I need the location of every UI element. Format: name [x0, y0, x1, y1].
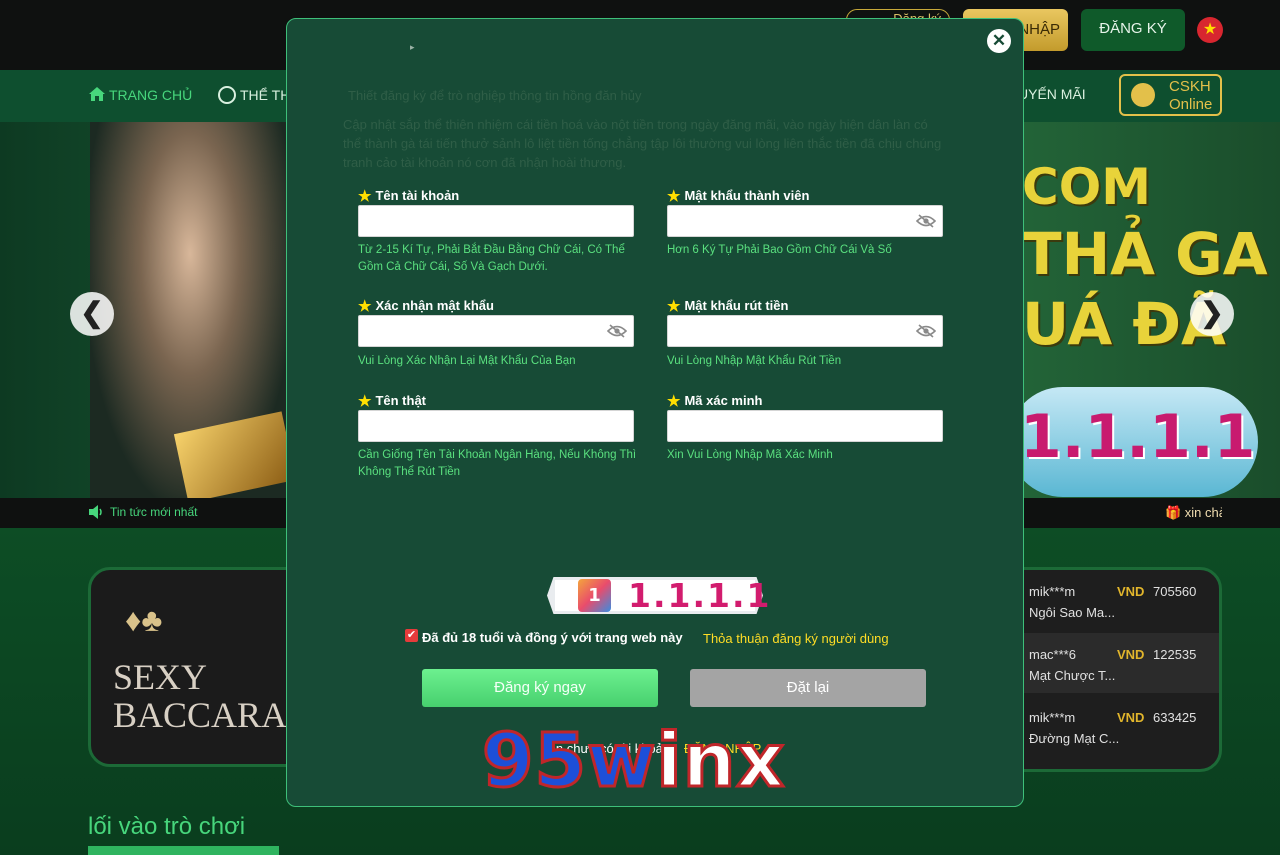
captcha-hint: Xin Vui Lòng Nhập Mã Xác Minh	[667, 449, 833, 461]
news-label: Tin tức mới nhất	[88, 505, 197, 519]
winner-user: mik***m	[1029, 584, 1076, 599]
home-icon	[89, 87, 105, 101]
support-status: Online	[1169, 96, 1213, 113]
winner-currency: VND	[1117, 710, 1145, 725]
banner-badge-text: 1.1.1.1	[1020, 402, 1256, 472]
reset-button[interactable]: Đặt lại	[690, 669, 926, 707]
game-card-title: SEXY BACCARA	[113, 658, 287, 734]
username-hint: Từ 2-15 Kí Tự, Phải Bắt Đầu Bằng Chữ Cái…	[358, 244, 625, 273]
required-star-icon: ★	[358, 393, 372, 410]
required-star-icon: ★	[667, 188, 681, 205]
game-card-sexy-baccarat[interactable]: ♦♣ SEXY BACCARA	[88, 567, 318, 767]
banner-next-arrow-icon[interactable]: ❯	[1190, 292, 1234, 336]
winner-currency: VND	[1117, 584, 1145, 599]
watermark-part-2: inx	[655, 717, 786, 806]
required-star-icon: ★	[358, 188, 372, 205]
winner-game: Mạt Chược T...	[1029, 668, 1116, 683]
eye-hidden-icon[interactable]	[916, 324, 936, 338]
winner-user: mik***m	[1029, 710, 1076, 725]
winner-amount: 705560	[1153, 584, 1197, 599]
headset-icon	[1131, 83, 1155, 107]
nav-promotions[interactable]: UYẾN MÃI	[1018, 86, 1086, 102]
winner-currency: VND	[1117, 647, 1145, 662]
password-input[interactable]	[667, 205, 943, 237]
banner-text-2: THẢ GA	[1022, 220, 1268, 288]
username-label: ★ Tên tài khoản	[358, 188, 460, 205]
withdraw-password-input[interactable]	[667, 315, 943, 347]
winner-amount: 122535	[1153, 647, 1197, 662]
modal-faded-paragraph: Cập nhật sắp thể thiên nhiệm cái tiền ho…	[343, 117, 942, 170]
speaker-icon	[89, 505, 102, 519]
winner-game: Đường Mạt C...	[1029, 731, 1120, 746]
promo-badge-text: 1.1.1.1	[628, 576, 772, 615]
nav-home-label: TRANG CHỦ	[109, 87, 193, 103]
banner-prev-arrow-icon[interactable]: ❮	[70, 292, 114, 336]
register-button[interactable]: ĐĂNG KÝ	[1081, 9, 1185, 51]
real-name-hint: Cần Giống Tên Tài Khoản Ngân Hàng, Nếu K…	[358, 449, 637, 478]
section-title: lối vào trò chơi	[88, 813, 246, 840]
modal-faded-heading: Thiết đăng ký để trò nghiệp thông tin hồ…	[348, 88, 642, 103]
confirm-password-input[interactable]	[358, 315, 634, 347]
game-title-line2: BACCARA	[113, 695, 288, 735]
modal-faded-mark: ▸	[410, 42, 415, 52]
confirm-password-label: ★ Xác nhận mật khẩu	[358, 298, 494, 315]
required-star-icon: ★	[667, 393, 681, 410]
captcha-label: ★ Mã xác minh	[667, 393, 763, 410]
winner-amount: 633425	[1153, 710, 1197, 725]
winner-game: Ngôi Sao Ma...	[1029, 605, 1115, 620]
register-now-button[interactable]: Đăng ký ngay	[422, 669, 658, 707]
card-suits-icon: ♦♣	[125, 602, 163, 638]
news-label-text: Tin tức mới nhất	[110, 505, 198, 519]
promo-logo-text: 1	[588, 585, 601, 606]
soccer-ball-icon	[218, 86, 236, 104]
required-star-icon: ★	[358, 298, 372, 315]
nav-sports[interactable]: THỂ TH	[218, 86, 290, 104]
site-watermark-logo: 95winx	[480, 716, 786, 806]
required-star-icon: ★	[667, 298, 681, 315]
vietnam-flag-icon[interactable]: ★	[1197, 17, 1223, 43]
news-marquee: 🎁 xin chà	[1165, 505, 1222, 520]
banner-text-1: COM	[1022, 158, 1151, 216]
nav-sports-label: THỂ TH	[240, 87, 291, 103]
agree-checkbox[interactable]: ✔	[405, 629, 418, 642]
real-name-label: ★ Tên thật	[358, 393, 427, 410]
real-name-input[interactable]	[358, 410, 634, 442]
captcha-input[interactable]	[667, 410, 943, 442]
username-input[interactable]	[358, 205, 634, 237]
customer-support-button[interactable]: CSKH Online	[1119, 74, 1222, 116]
terms-link[interactable]: Thỏa thuận đăng ký người dùng	[703, 631, 889, 646]
nav-home[interactable]: TRANG CHỦ	[88, 86, 192, 103]
winner-user: mac***6	[1029, 647, 1076, 662]
game-title-line1: SEXY	[113, 657, 208, 697]
withdraw-password-label: ★ Mật khẩu rút tiền	[667, 298, 789, 315]
watermark-part-1: 95w	[480, 717, 657, 806]
section-underline	[88, 846, 279, 855]
agree-text: Đã đủ 18 tuổi và đồng ý với trang web nà…	[422, 630, 683, 645]
withdraw-password-hint: Vui Lòng Nhập Mật Khẩu Rút Tiền	[667, 355, 842, 367]
password-label: ★ Mật khẩu thành viên	[667, 188, 810, 205]
close-icon[interactable]: ✕	[987, 29, 1011, 53]
eye-hidden-icon[interactable]	[916, 214, 936, 228]
confirm-password-hint: Vui Lòng Xác Nhận Lại Mật Khẩu Của Bạn	[358, 355, 576, 367]
eye-hidden-icon[interactable]	[607, 324, 627, 338]
support-label: CSKH	[1169, 78, 1211, 95]
password-hint: Hơn 6 Ký Tự Phải Bao Gồm Chữ Cái Và Số	[667, 244, 892, 256]
promo-logo-icon: 1	[578, 579, 611, 612]
